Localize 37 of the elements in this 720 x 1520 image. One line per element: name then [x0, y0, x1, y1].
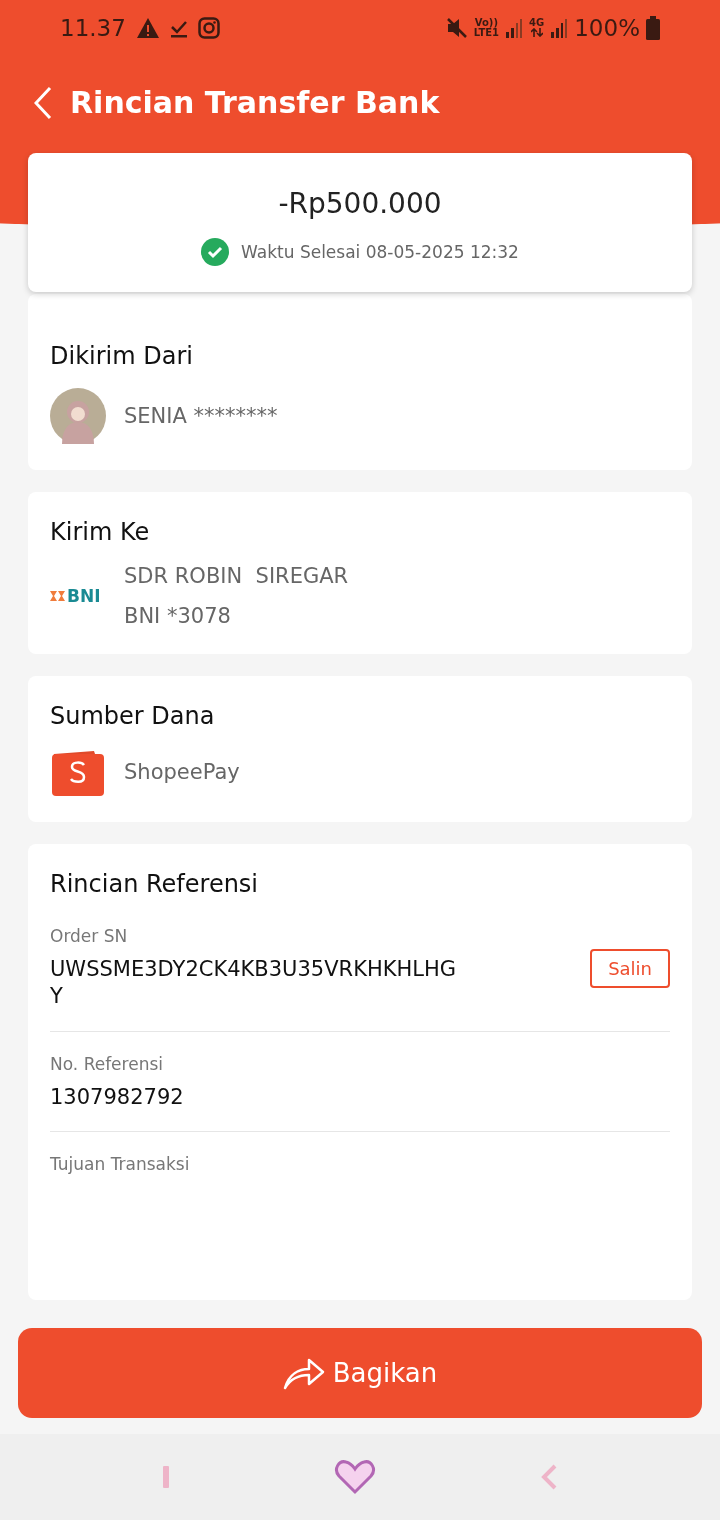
amount: -Rp500.000: [278, 187, 442, 220]
share-button[interactable]: Bagikan: [18, 1328, 702, 1418]
field-value: UWSSME3DY2CK4KB3U35VRKHKHLHGY: [50, 956, 458, 1011]
page-title: Rincian Transfer Bank: [70, 85, 440, 120]
field-value: 1307982792: [50, 1083, 185, 1111]
section-heading: Dikirim Dari: [50, 342, 194, 370]
signal-icon: [550, 17, 569, 38]
wallet-icon: [50, 748, 106, 796]
data-arrows-icon: [530, 28, 543, 37]
battery-icon: [646, 15, 660, 40]
section-heading: Sumber Dana: [50, 702, 216, 730]
field-label: Tujuan Transaksi: [50, 1153, 190, 1174]
back-icon[interactable]: [34, 85, 52, 120]
signal-icon: [505, 17, 524, 38]
avatar: [50, 388, 106, 444]
section-heading: Kirim Ke: [50, 518, 151, 546]
mute-icon: [445, 16, 468, 39]
copy-button[interactable]: Salin: [590, 948, 670, 988]
share-icon: [282, 1356, 325, 1390]
heart-icon[interactable]: [334, 1459, 376, 1495]
recipient-name: SDR ROBIN SIREGAR: [124, 564, 349, 588]
payment-method: ShopeePay: [124, 760, 240, 784]
lte-label: LTE1: [473, 27, 500, 38]
warning-icon: [135, 16, 160, 39]
check-circle-icon: [201, 238, 230, 266]
status-time: 11.37: [60, 14, 126, 41]
instagram-icon: [197, 16, 220, 39]
sender-name: SENIA ********: [124, 404, 278, 428]
field-label: Order SN: [50, 926, 129, 946]
section-heading: Rincian Referensi: [50, 870, 260, 898]
bank-logo: BNI: [50, 586, 106, 606]
battery-level: 100%: [574, 14, 640, 41]
network-label: 4G: [529, 18, 545, 28]
volte-label: Vo)): [474, 17, 498, 28]
field-label: No. Referensi: [50, 1053, 164, 1074]
account-number: BNI *3078: [124, 604, 232, 628]
completion-time: Waktu Selesai 08-05-2025 12:32: [241, 242, 519, 262]
